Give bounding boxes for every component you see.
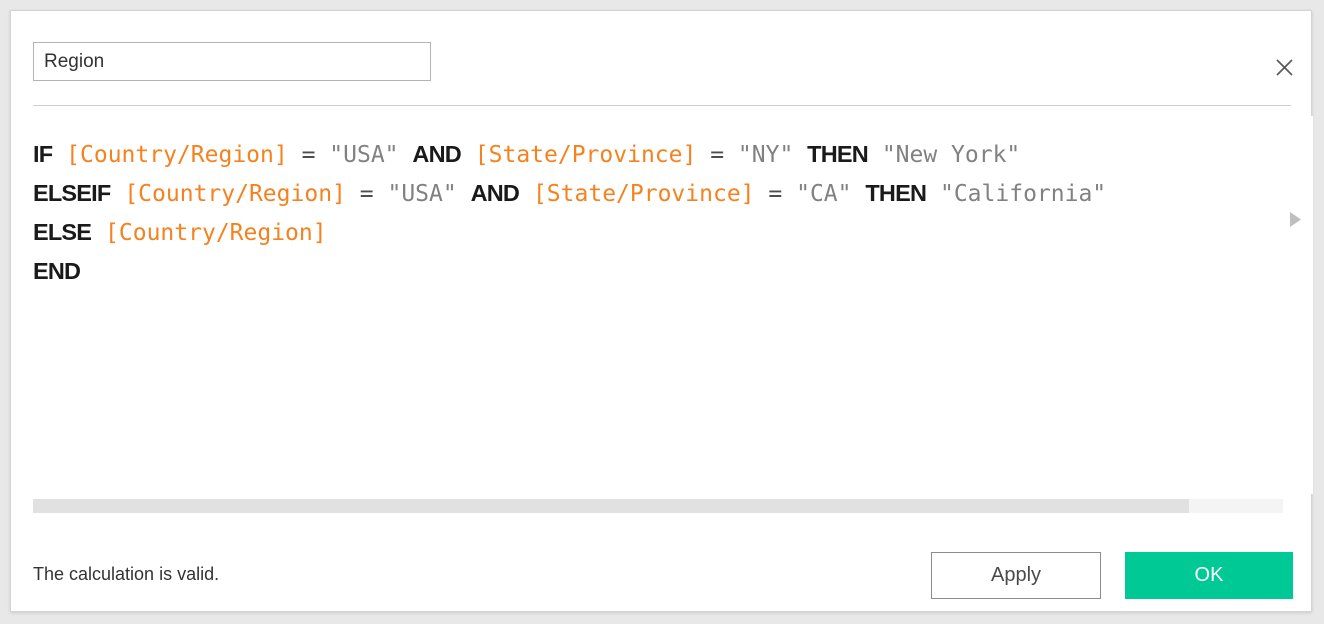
horizontal-scrollbar-track[interactable] [33, 499, 1283, 513]
formula-whitespace [724, 142, 738, 168]
formula-keyword: ELSEIF [33, 180, 111, 206]
ok-button[interactable]: OK [1125, 552, 1293, 599]
formula-string-literal: "New York" [881, 142, 1021, 168]
formula-whitespace [793, 142, 807, 168]
formula-whitespace [868, 142, 882, 168]
formula-keyword: END [33, 258, 81, 284]
formula-whitespace [755, 181, 769, 207]
formula-whitespace [519, 181, 533, 207]
formula-whitespace [288, 142, 302, 168]
close-icon[interactable] [1267, 50, 1301, 84]
header-divider [33, 105, 1291, 106]
formula-whitespace [457, 181, 471, 207]
formula-whitespace [926, 181, 940, 207]
formula-line: IF [Country/Region] = "USA" AND [State/P… [33, 135, 1106, 174]
formula-whitespace [52, 142, 66, 168]
formula-whitespace [696, 142, 710, 168]
formula-string-literal: "California" [939, 181, 1107, 207]
formula-field-reference: [State/Province] [532, 181, 755, 207]
formula-keyword: AND [470, 180, 520, 206]
formula-field-reference: [Country/Region] [105, 220, 327, 246]
formula-field-reference: [Country/Region] [66, 142, 288, 168]
formula-whitespace [851, 181, 865, 207]
horizontal-scrollbar-thumb[interactable] [33, 499, 1189, 513]
formula-string-literal: "CA" [796, 181, 852, 207]
page-backdrop: IF [Country/Region] = "USA" AND [State/P… [0, 0, 1324, 624]
formula-whitespace [91, 220, 105, 246]
formula-whitespace [315, 142, 329, 168]
formula-field-reference: [State/Province] [474, 142, 697, 168]
dialog-footer: The calculation is valid. Apply OK [11, 521, 1313, 611]
formula-line: ELSEIF [Country/Region] = "USA" AND [Sta… [33, 174, 1106, 213]
formula-whitespace [110, 181, 124, 207]
formula-keyword: ELSE [33, 219, 92, 245]
formula-whitespace [782, 181, 796, 207]
formula-operator: = [768, 181, 783, 207]
formula-operator: = [359, 181, 374, 207]
formula-line: ELSE [Country/Region] [33, 213, 1106, 252]
formula-line: END [33, 252, 1106, 291]
calculated-field-dialog: IF [Country/Region] = "USA" AND [State/P… [10, 10, 1313, 612]
apply-button[interactable]: Apply [931, 552, 1101, 599]
formula-keyword: THEN [865, 180, 927, 206]
formula-keyword: IF [33, 141, 53, 167]
formula-string-literal: "USA" [387, 181, 457, 207]
formula-whitespace [374, 181, 388, 207]
formula-editor[interactable]: IF [Country/Region] = "USA" AND [State/P… [11, 116, 1313, 494]
calculation-name-input[interactable] [33, 42, 431, 81]
formula-code: IF [Country/Region] = "USA" AND [State/P… [33, 135, 1106, 291]
formula-whitespace [399, 142, 413, 168]
formula-keyword: THEN [807, 141, 869, 167]
dialog-header [11, 11, 1311, 106]
formula-whitespace [346, 181, 360, 207]
validation-status-text: The calculation is valid. [33, 564, 220, 584]
formula-operator: = [301, 142, 316, 168]
formula-field-reference: [Country/Region] [124, 181, 346, 207]
formula-string-literal: "USA" [329, 142, 399, 168]
triangle-right-icon[interactable] [1285, 208, 1305, 230]
formula-keyword: AND [412, 141, 461, 167]
formula-whitespace [461, 142, 475, 168]
formula-string-literal: "NY" [737, 142, 794, 168]
formula-operator: = [710, 142, 725, 168]
